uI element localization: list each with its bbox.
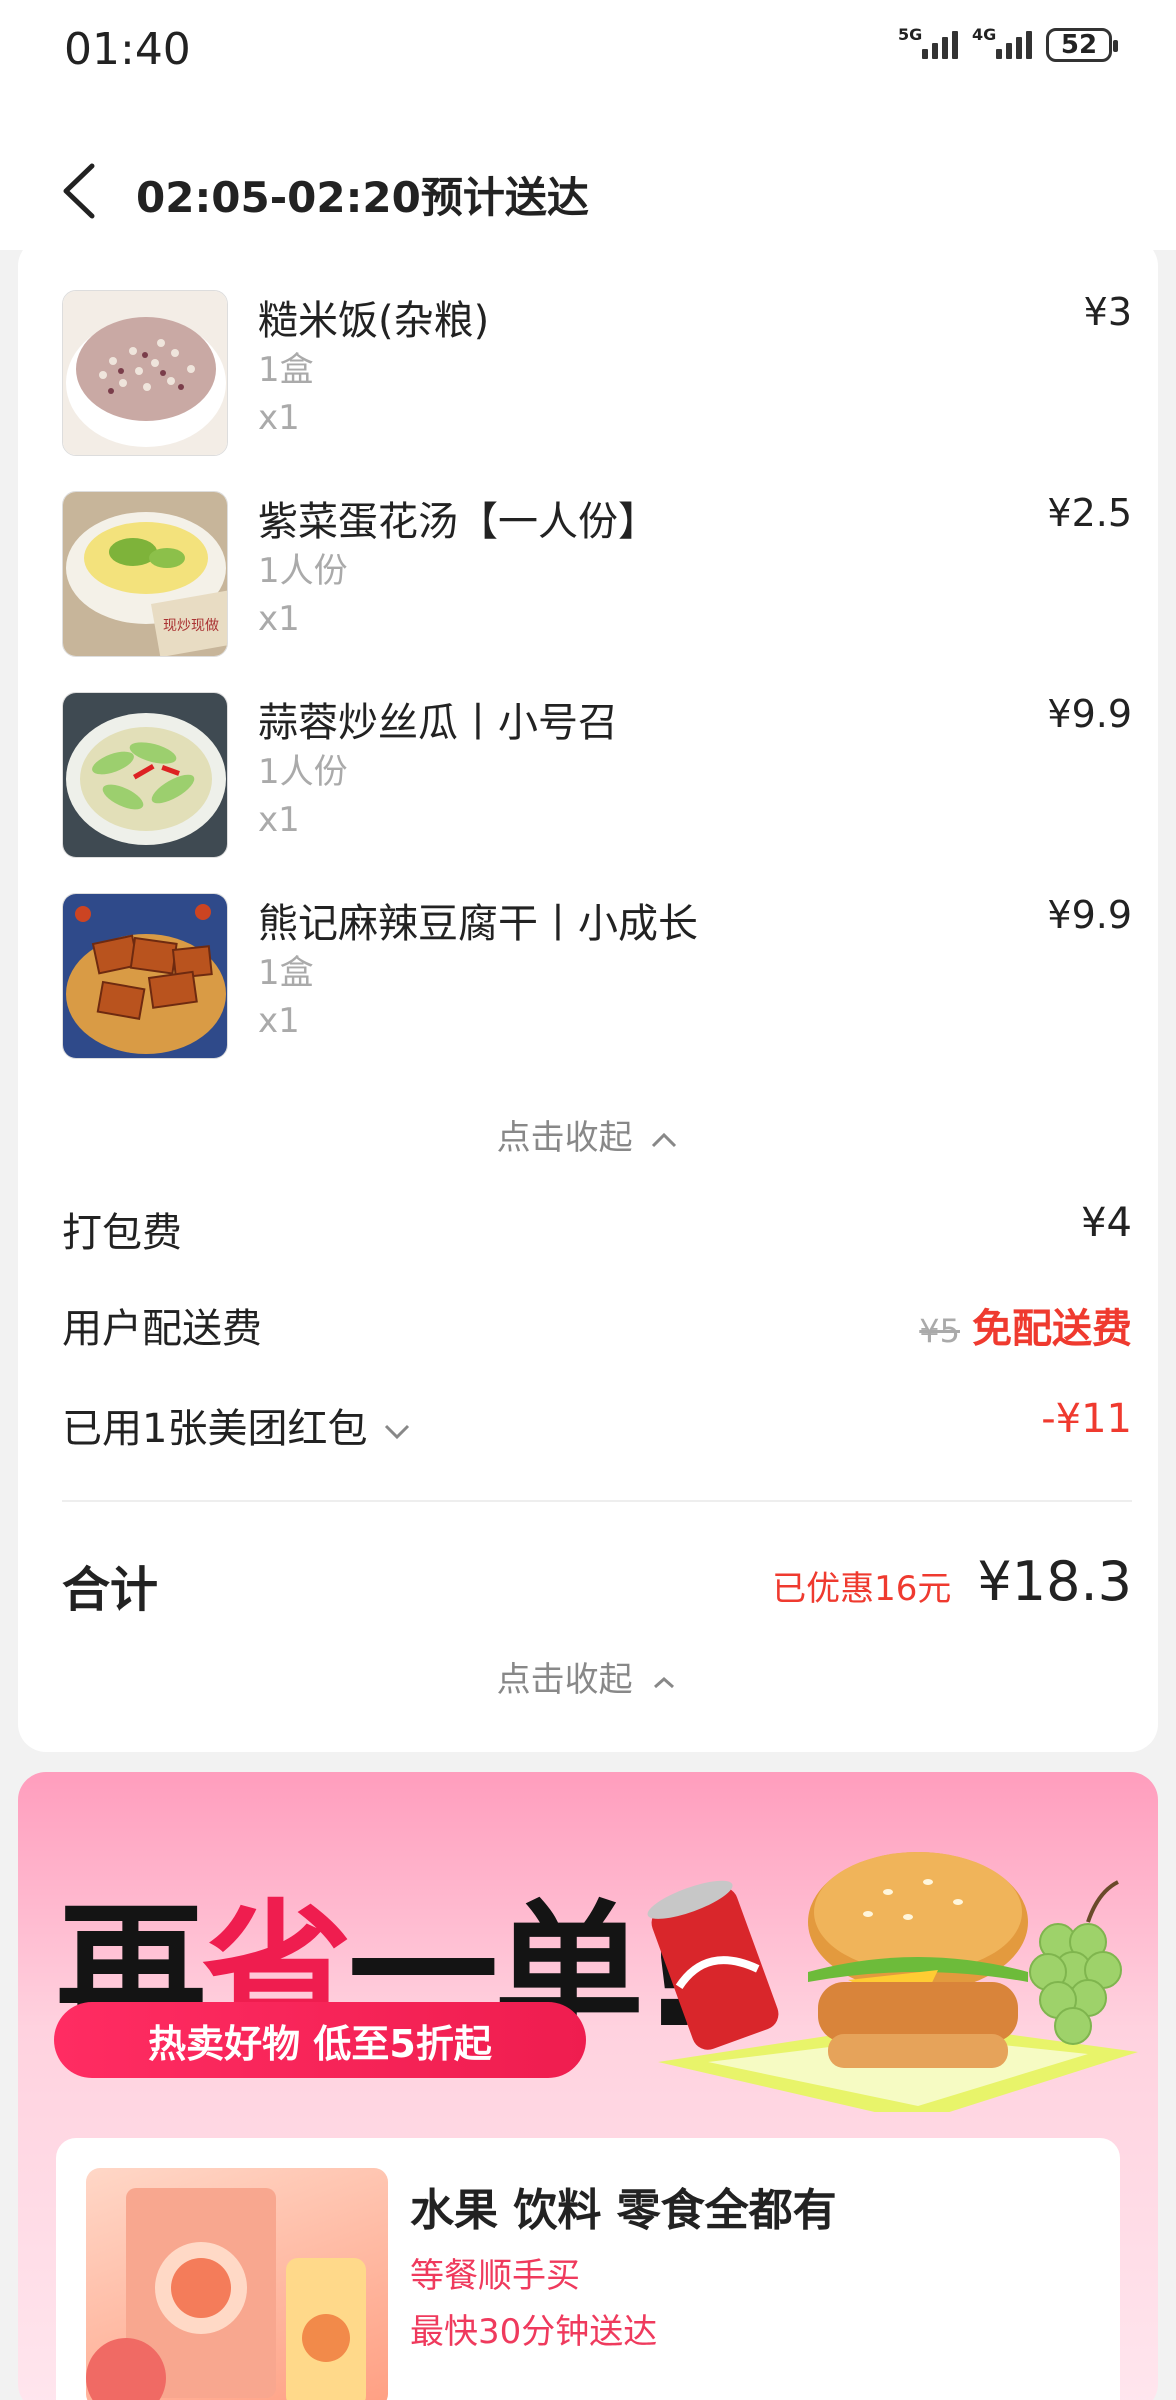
total-discount: 已优惠16元 xyxy=(772,1569,952,1609)
total-label: 合计 xyxy=(62,1562,159,1618)
coupon-row[interactable]: 已用1张美团红包 -¥11 xyxy=(62,1396,1132,1456)
item-spec: 1人份 xyxy=(258,752,348,792)
collapse-label: 点击收起 xyxy=(496,1660,633,1700)
item-spec: 1盒 xyxy=(258,953,314,993)
signal-4g-icon: 4G xyxy=(972,25,1032,59)
chevron-down-icon xyxy=(385,1424,410,1440)
divider xyxy=(62,1500,1132,1502)
chevron-up-icon xyxy=(654,1676,675,1688)
delivery-fee-row: 用户配送费 ¥5 免配送费 xyxy=(62,1296,1132,1356)
status-icons: 5G 4G 52 xyxy=(898,25,1118,62)
promo-card-title: 水果 饮料 零食全都有 xyxy=(410,2185,837,2236)
item-spec: 1人份 xyxy=(258,551,348,591)
order-item[interactable]: 蒜蓉炒丝瓜丨小号召 1人份 x1 ¥9.9 xyxy=(62,692,1132,862)
battery-icon: 52 xyxy=(1046,28,1118,62)
delivery-fee-original: ¥5 xyxy=(919,1312,960,1350)
promo-pill[interactable]: 热卖好物 低至5折起 xyxy=(54,2002,586,2078)
item-name: 蒜蓉炒丝瓜丨小号召 xyxy=(258,700,618,746)
item-quantity: x1 xyxy=(258,1001,300,1041)
promo-banner[interactable]: 再省一单! 热卖好物 低至5折起 水果 饮料 零食全都有 等餐顺手买 最快30分… xyxy=(18,1772,1158,2400)
svg-text:现炒现做: 现炒现做 xyxy=(163,618,219,634)
promo-card-subtitle: 等餐顺手买 xyxy=(410,2256,580,2296)
back-arrow-icon[interactable] xyxy=(58,160,100,222)
item-price: ¥3 xyxy=(1083,290,1132,334)
total-amount: ¥18.3 xyxy=(977,1550,1132,1613)
item-price: ¥2.5 xyxy=(1047,491,1132,535)
packing-fee-label: 打包费 xyxy=(62,1210,182,1256)
item-image-luffa xyxy=(62,692,228,858)
item-quantity: x1 xyxy=(258,800,300,840)
promo-card-image xyxy=(86,2168,388,2400)
order-detail-card: 糙米饭(杂粮) 1盒 x1 ¥3 现炒现做 紫菜蛋花汤【一人份】 1人份 x1 … xyxy=(18,238,1158,1752)
delivery-fee-label: 用户配送费 xyxy=(62,1306,262,1352)
item-spec: 1盒 xyxy=(258,350,314,390)
item-image-soup: 现炒现做 xyxy=(62,491,228,657)
coupon-value: -¥11 xyxy=(1041,1396,1132,1442)
promo-card[interactable]: 水果 饮料 零食全都有 等餐顺手买 最快30分钟送达 xyxy=(56,2138,1120,2400)
collapse-summary-button[interactable]: 点击收起 xyxy=(18,1652,1158,1701)
page-title: 02:05-02:20预计送达 xyxy=(136,173,589,222)
total-row: 合计 已优惠16元 ¥18.3 xyxy=(62,1550,1132,1620)
item-price: ¥9.9 xyxy=(1047,893,1132,937)
status-bar: 01:40 5G 4G 52 xyxy=(0,0,1176,100)
item-image-tofu xyxy=(62,893,228,1059)
item-price: ¥9.9 xyxy=(1047,692,1132,736)
signal-5g-icon: 5G xyxy=(898,25,958,59)
burger-combo-illustration xyxy=(647,1852,1138,2112)
delivery-fee-value: ¥5 免配送费 xyxy=(919,1296,1132,1354)
packing-fee-value: ¥4 xyxy=(1081,1200,1132,1246)
coupon-label: 已用1张美团红包 xyxy=(62,1396,412,1454)
order-item[interactable]: 现炒现做 紫菜蛋花汤【一人份】 1人份 x1 ¥2.5 xyxy=(62,491,1132,661)
item-name: 糙米饭(杂粮) xyxy=(258,298,490,344)
status-time: 01:40 xyxy=(64,24,191,75)
order-item[interactable]: 糙米饭(杂粮) 1盒 x1 ¥3 xyxy=(62,290,1132,460)
packing-fee-row: 打包费 ¥4 xyxy=(62,1200,1132,1260)
collapse-items-button[interactable]: 点击收起 xyxy=(18,1110,1158,1159)
order-item[interactable]: 熊记麻辣豆腐干丨小成长 1盒 x1 ¥9.9 xyxy=(62,893,1132,1063)
item-image-rice xyxy=(62,290,228,456)
total-value: 已优惠16元 ¥18.3 xyxy=(772,1550,1132,1613)
collapse-label: 点击收起 xyxy=(496,1118,633,1158)
item-quantity: x1 xyxy=(258,599,300,639)
promo-card-subtitle: 最快30分钟送达 xyxy=(410,2312,658,2352)
item-name: 紫菜蛋花汤【一人份】 xyxy=(258,499,658,545)
chevron-up-icon xyxy=(652,1132,677,1147)
free-delivery-label: 免配送费 xyxy=(972,1306,1132,1352)
item-name: 熊记麻辣豆腐干丨小成长 xyxy=(258,901,698,947)
item-quantity: x1 xyxy=(258,398,300,438)
